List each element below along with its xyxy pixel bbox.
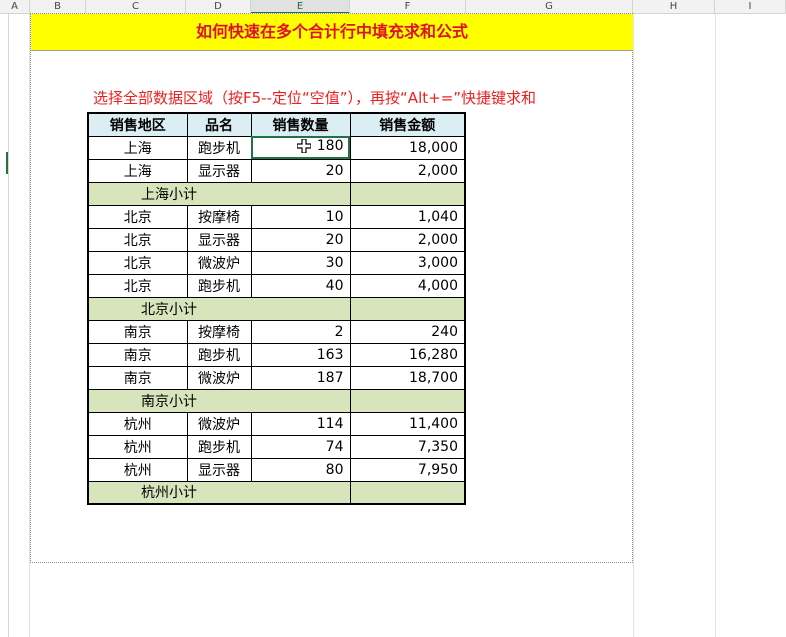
qty-cell[interactable]: 30: [250, 250, 351, 275]
table-row: 北京 按摩椅 10 1,040: [87, 204, 466, 229]
table-row: 上海 跑步机 180 18,000: [87, 135, 466, 160]
header-qty[interactable]: 销售数量: [250, 112, 351, 137]
region-cell[interactable]: 南京: [87, 342, 188, 367]
product-cell[interactable]: 跑步机: [186, 434, 252, 459]
amount-cell[interactable]: 7,950: [349, 457, 466, 482]
product-cell[interactable]: 微波炉: [186, 411, 252, 436]
table-row: 杭州 微波炉 114 11,400: [87, 411, 466, 436]
column-header-c[interactable]: C: [86, 0, 186, 13]
subtotal-amount-cell[interactable]: [349, 181, 466, 206]
column-header-g[interactable]: G: [466, 0, 633, 13]
qty-cell[interactable]: 74: [250, 434, 351, 459]
column-header-i[interactable]: I: [715, 0, 786, 13]
subtotal-amount-cell[interactable]: [349, 388, 466, 413]
header-region[interactable]: 销售地区: [87, 112, 188, 137]
qty-value: 180: [316, 138, 344, 154]
product-cell[interactable]: 微波炉: [186, 250, 252, 275]
region-cell[interactable]: 上海: [87, 135, 188, 160]
region-cell[interactable]: 杭州: [87, 457, 188, 482]
region-cell[interactable]: 上海: [87, 158, 188, 183]
instruction-text: 选择全部数据区域（按F5--定位“空值”），再按“Alt+=”快捷键求和: [93, 89, 537, 107]
qty-cell[interactable]: 20: [250, 227, 351, 252]
region-cell[interactable]: 杭州: [87, 411, 188, 436]
product-cell[interactable]: 跑步机: [186, 342, 252, 367]
column-header-b[interactable]: B: [30, 0, 86, 13]
column-header-f[interactable]: F: [350, 0, 466, 13]
subtotal-row: 北京小计: [87, 296, 466, 321]
column-header-d[interactable]: D: [186, 0, 251, 13]
region-cell[interactable]: 北京: [87, 227, 188, 252]
region-cell[interactable]: 杭州: [87, 434, 188, 459]
amount-cell[interactable]: 1,040: [349, 204, 466, 229]
region-cell[interactable]: 北京: [87, 273, 188, 298]
region-cell[interactable]: 南京: [87, 365, 188, 390]
product-cell[interactable]: 按摩椅: [186, 319, 252, 344]
amount-cell[interactable]: 7,350: [349, 434, 466, 459]
amount-cell[interactable]: 3,000: [349, 250, 466, 275]
product-cell[interactable]: 按摩椅: [186, 204, 252, 229]
subtotal-label-cell[interactable]: 上海小计: [87, 181, 351, 206]
table-row: 杭州 跑步机 74 7,350: [87, 434, 466, 459]
table-row: 北京 微波炉 30 3,000: [87, 250, 466, 275]
column-header-e[interactable]: E: [251, 0, 350, 14]
table-row: 上海 显示器 20 2,000: [87, 158, 466, 183]
active-row-marker: [6, 152, 8, 174]
page-title: 如何快速在多个合计行中填充求和公式: [195, 22, 468, 41]
cell-select-cross-icon: [296, 138, 312, 157]
amount-cell[interactable]: 2,000: [349, 158, 466, 183]
qty-cell[interactable]: 10: [250, 204, 351, 229]
product-cell[interactable]: 显示器: [186, 158, 252, 183]
subtotal-row: 上海小计: [87, 181, 466, 206]
column-header-a[interactable]: A: [0, 0, 30, 13]
amount-cell[interactable]: 2,000: [349, 227, 466, 252]
header-amount[interactable]: 销售金额: [349, 112, 466, 137]
amount-cell[interactable]: 11,400: [349, 411, 466, 436]
amount-cell[interactable]: 4,000: [349, 273, 466, 298]
table-row: 杭州 显示器 80 7,950: [87, 457, 466, 482]
qty-cell[interactable]: 187: [250, 365, 351, 390]
table-row: 南京 按摩椅 2 240: [87, 319, 466, 344]
table-header-row: 销售地区 品名 销售数量 销售金额: [87, 112, 466, 137]
title-banner[interactable]: 如何快速在多个合计行中填充求和公式: [31, 14, 633, 51]
gridline: [633, 14, 634, 637]
gridline: [715, 14, 716, 637]
qty-cell[interactable]: 114: [250, 411, 351, 436]
qty-cell[interactable]: 20: [250, 158, 351, 183]
qty-cell[interactable]: 80: [250, 457, 351, 482]
amount-cell[interactable]: 16,280: [349, 342, 466, 367]
table-row: 南京 微波炉 187 18,700: [87, 365, 466, 390]
product-cell[interactable]: 跑步机: [186, 135, 252, 160]
subtotal-amount-cell[interactable]: [349, 480, 466, 505]
subtotal-row: 南京小计: [87, 388, 466, 413]
column-header-bar: A B C D E F G H I: [0, 0, 786, 14]
sales-table: 销售地区 品名 销售数量 销售金额 上海 跑步机 180 18,000 上海 显示器 20 2…: [87, 112, 466, 505]
qty-cell[interactable]: 163: [250, 342, 351, 367]
table-row: 北京 跑步机 40 4,000: [87, 273, 466, 298]
header-product[interactable]: 品名: [186, 112, 252, 137]
product-cell[interactable]: 跑步机: [186, 273, 252, 298]
region-cell[interactable]: 北京: [87, 250, 188, 275]
column-header-h[interactable]: H: [633, 0, 715, 13]
qty-cell[interactable]: 2: [250, 319, 351, 344]
region-cell[interactable]: 南京: [87, 319, 188, 344]
row-header-strip[interactable]: [0, 14, 9, 637]
amount-cell[interactable]: 18,000: [349, 135, 466, 160]
subtotal-amount-cell[interactable]: [349, 296, 466, 321]
subtotal-label-cell[interactable]: 南京小计: [87, 388, 351, 413]
subtotal-label-cell[interactable]: 杭州小计: [87, 480, 351, 505]
product-cell[interactable]: 微波炉: [186, 365, 252, 390]
table-row: 北京 显示器 20 2,000: [87, 227, 466, 252]
amount-cell[interactable]: 240: [349, 319, 466, 344]
amount-cell[interactable]: 18,700: [349, 365, 466, 390]
region-cell[interactable]: 北京: [87, 204, 188, 229]
qty-cell[interactable]: 40: [250, 273, 351, 298]
product-cell[interactable]: 显示器: [186, 227, 252, 252]
product-cell[interactable]: 显示器: [186, 457, 252, 482]
subtotal-label-cell[interactable]: 北京小计: [87, 296, 351, 321]
subtotal-row: 杭州小计: [87, 480, 466, 505]
table-row: 南京 跑步机 163 16,280: [87, 342, 466, 367]
qty-cell-active[interactable]: 180: [250, 135, 351, 160]
